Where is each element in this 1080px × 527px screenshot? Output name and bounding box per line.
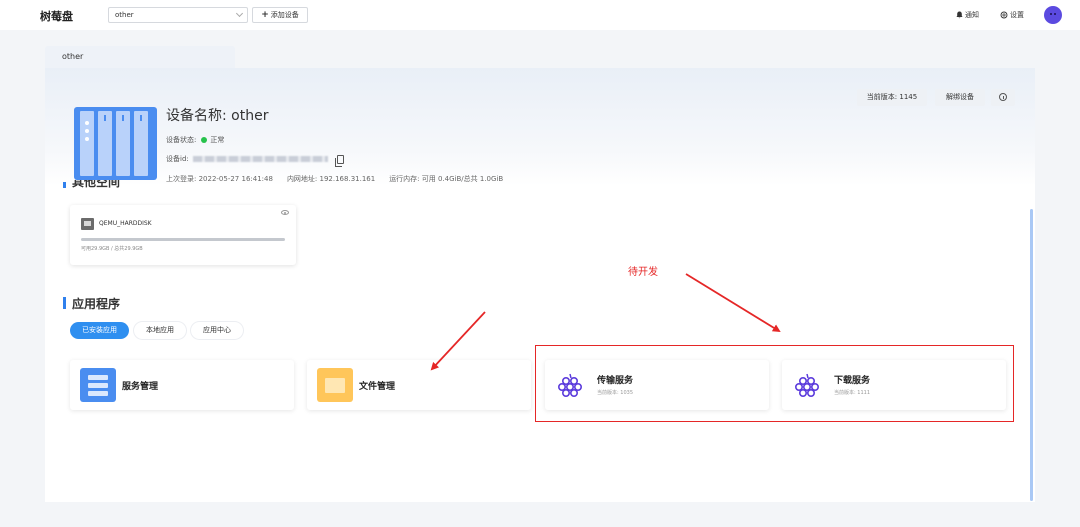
info-button[interactable] <box>991 89 1015 106</box>
filter-local[interactable]: 本地应用 <box>134 322 186 339</box>
tab-device[interactable]: other <box>45 46 235 68</box>
notify-button[interactable]: 通知 <box>956 10 979 20</box>
last-login: 上次登录: 2022-05-27 16:41:48 <box>166 175 273 183</box>
settings-button[interactable]: 设置 <box>1000 10 1024 20</box>
device-id: 设备id: <box>166 154 344 167</box>
apps-heading: 应用程序 <box>72 297 121 311</box>
apps-heading-accent <box>63 297 66 309</box>
disk-usage-fill <box>81 238 285 241</box>
device-panel: 设备名称: other 设备状态: 正常 设备id: 上次登录: 2022-05… <box>45 68 1035 502</box>
storage-heading-accent <box>63 182 66 188</box>
bell-icon <box>956 11 963 19</box>
disk-usage-bar <box>81 238 285 241</box>
device-header <box>45 68 1035 186</box>
disk-card[interactable]: QEMU_HARDDISK 可用29.9GB / 总共29.9GB <box>70 205 296 265</box>
app-brand: 树莓盘 <box>40 10 73 23</box>
eye-icon[interactable] <box>281 210 289 215</box>
status-badge: 正常 <box>210 136 225 144</box>
server-icon <box>80 368 116 402</box>
app-card-service-manager[interactable]: 服务管理 <box>70 360 294 410</box>
device-id-redacted <box>192 156 328 162</box>
app-card-file-manager[interactable]: 文件管理 <box>307 360 531 410</box>
filter-installed[interactable]: 已安装应用 <box>70 322 129 339</box>
version-button[interactable]: 当前版本: 1145 <box>857 89 927 106</box>
device-status: 设备状态: 正常 <box>166 135 224 145</box>
hard-disk-icon <box>81 218 94 230</box>
chevron-down-icon <box>235 9 244 18</box>
device-select-value: other <box>115 11 134 19</box>
add-device-button[interactable]: + 添加设备 <box>252 7 308 23</box>
filter-app-center[interactable]: 应用中心 <box>191 322 243 339</box>
app-filter-tabs: 已安装应用 本地应用 应用中心 <box>70 322 243 339</box>
folder-icon <box>317 368 353 402</box>
device-meta: 上次登录: 2022-05-27 16:41:48 内网地址: 192.168.… <box>166 174 503 184</box>
app-title: 文件管理 <box>359 382 396 392</box>
status-dot-icon <box>201 137 208 143</box>
top-bar: 树莓盘 other + 添加设备 通知 设置 <box>0 0 1080 30</box>
add-device-label: 添加设备 <box>270 11 299 19</box>
device-select[interactable]: other <box>108 7 248 23</box>
info-icon <box>999 93 1007 101</box>
settings-label: 设置 <box>1010 11 1024 19</box>
device-id-label: 设备id: <box>166 155 189 163</box>
arrow-to-pending-box <box>685 273 781 333</box>
status-label: 设备状态: <box>166 136 197 144</box>
plus-icon: + <box>261 10 269 20</box>
annotation-text: 待开发 <box>628 267 658 278</box>
app-title: 服务管理 <box>122 382 159 392</box>
annotation-box <box>535 345 1014 422</box>
avatar[interactable] <box>1044 6 1062 24</box>
device-name: 设备名称: other <box>166 108 269 124</box>
gear-icon <box>1000 11 1008 19</box>
notify-label: 通知 <box>965 11 979 19</box>
nas-device-icon <box>74 107 157 180</box>
lan-ip: 内网地址: 192.168.31.161 <box>286 175 376 183</box>
scrollbar[interactable] <box>1030 209 1033 501</box>
unbind-device-button[interactable]: 解绑设备 <box>935 89 985 106</box>
copy-icon[interactable] <box>334 154 344 167</box>
memory-usage: 运行内存: 可用 0.4GiB/总共 1.0GiB <box>389 175 504 183</box>
storage-heading: 其他空间 <box>72 180 121 189</box>
disk-usage-text: 可用29.9GB / 总共29.9GB <box>81 246 143 252</box>
disk-name: QEMU_HARDDISK <box>99 220 152 227</box>
